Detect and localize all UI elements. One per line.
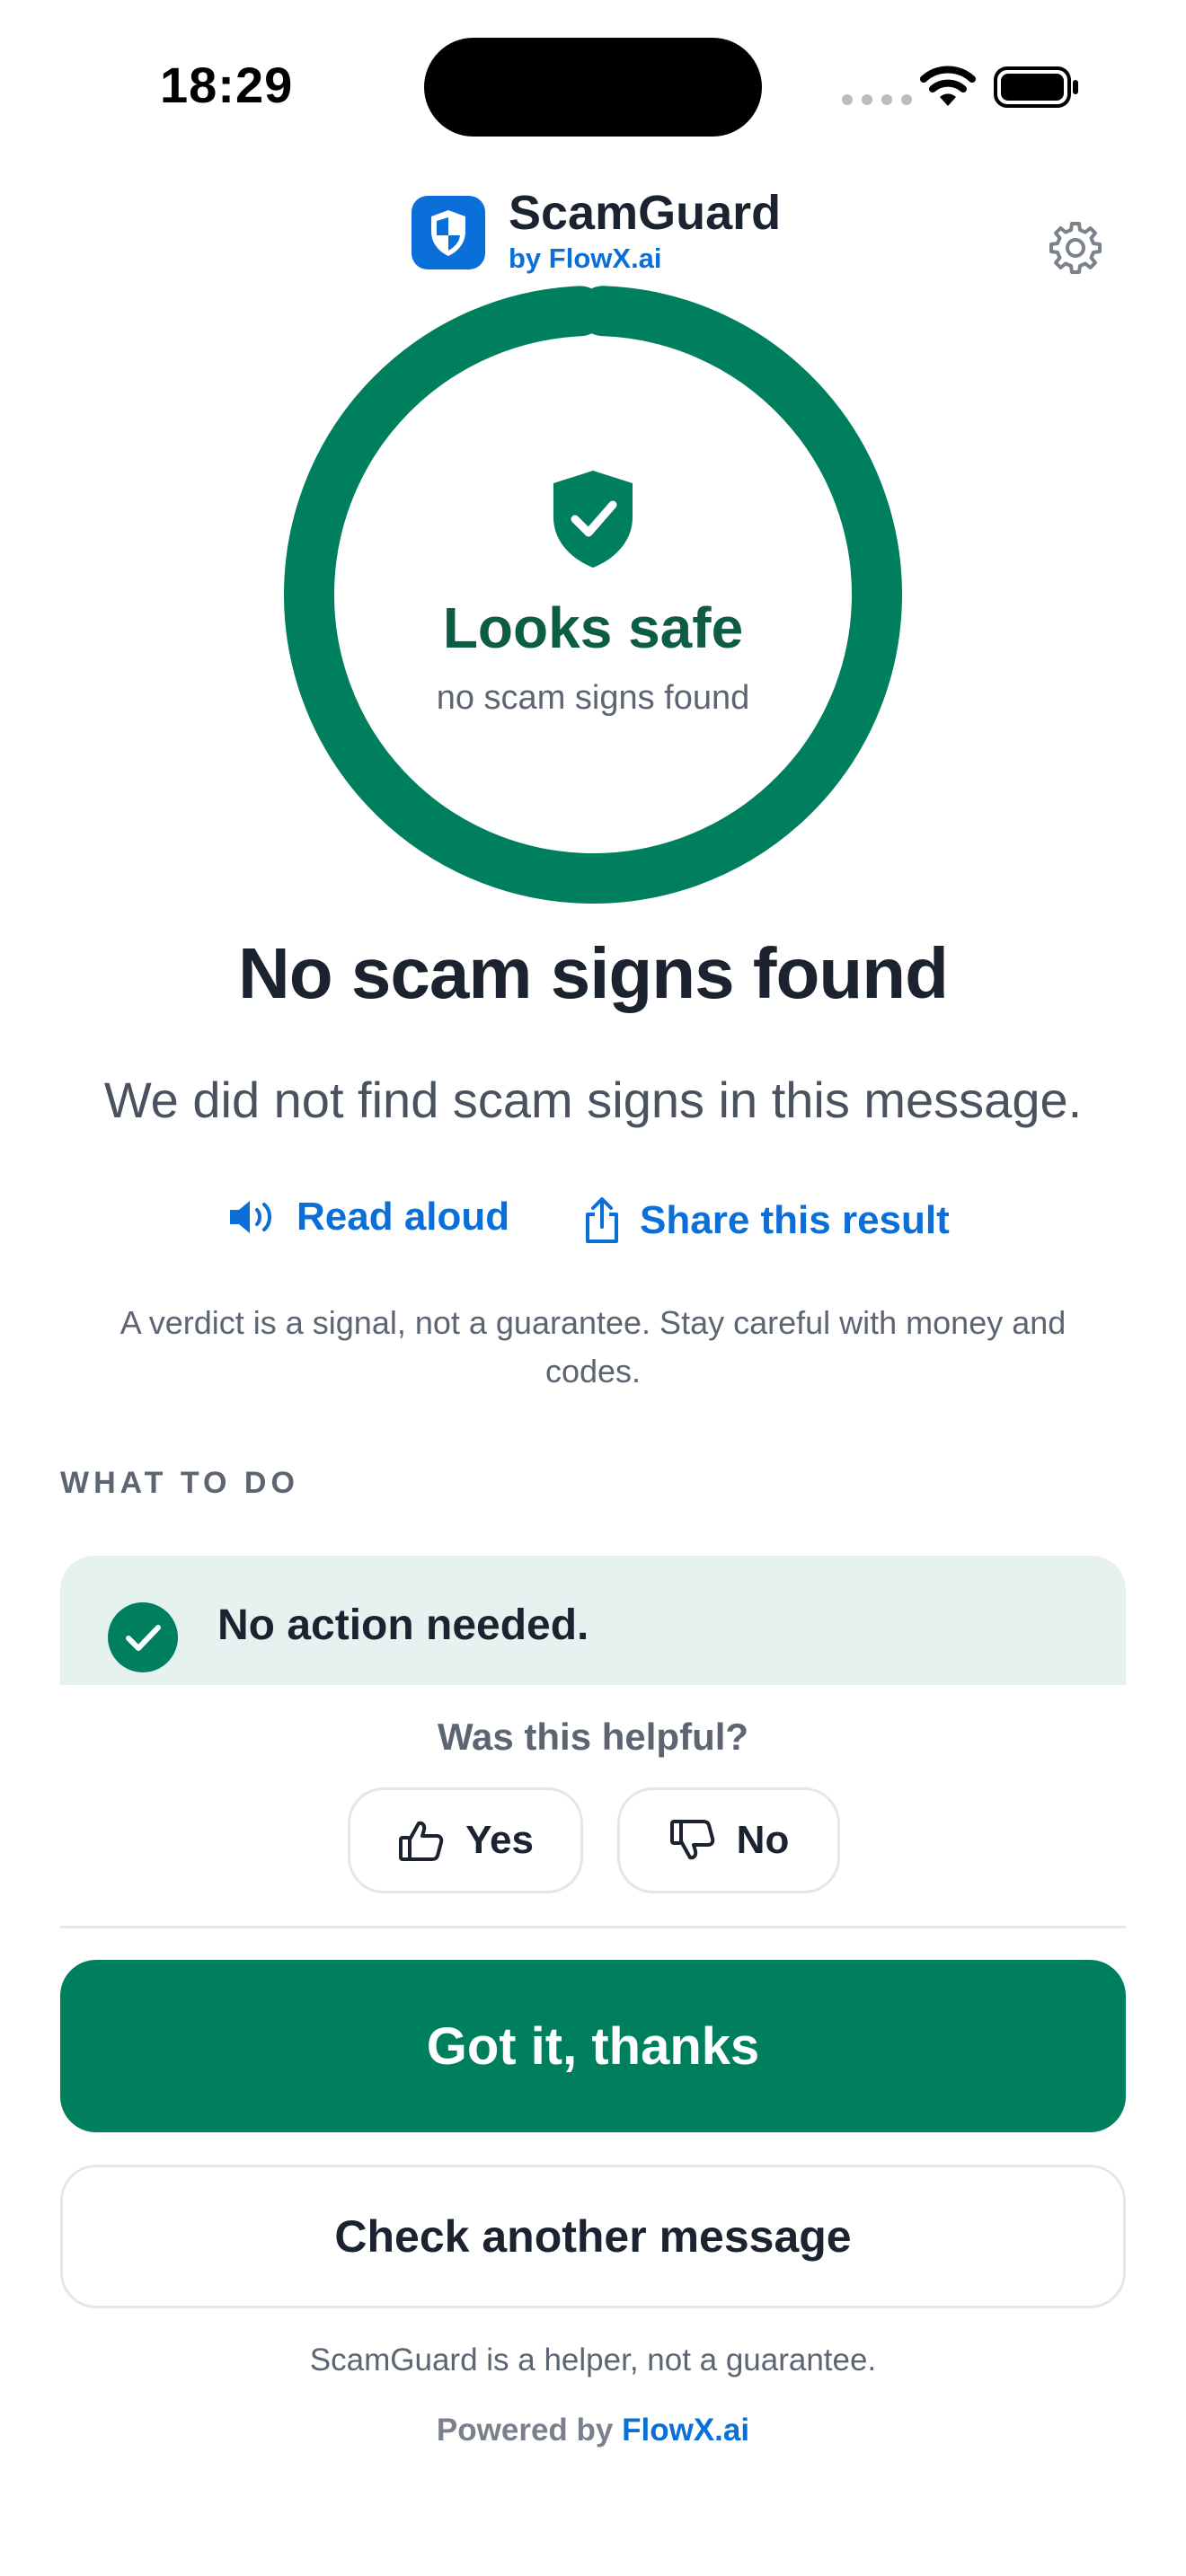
share-result-label: Share this result: [640, 1198, 950, 1242]
wifi-icon: [920, 66, 976, 106]
feedback-no-button[interactable]: No: [617, 1787, 840, 1893]
feedback-yes-button[interactable]: Yes: [348, 1787, 583, 1893]
app-by-line: by FlowX.ai: [509, 243, 662, 274]
feedback-yes-label: Yes: [465, 1818, 534, 1862]
app-logo: [412, 196, 485, 269]
got-it-button[interactable]: Got it, thanks: [60, 1960, 1126, 2132]
verdict-headline: No scam signs found: [238, 933, 949, 1013]
verdict-disclaimer: A verdict is a signal, not a guarantee. …: [119, 1304, 1067, 1389]
verdict-description: We did not find scam signs in this messa…: [103, 1072, 1083, 1128]
footer-note: ScamGuard is a helper, not a guarantee.: [309, 2342, 877, 2378]
share-result-button[interactable]: Share this result: [582, 1196, 950, 1245]
verdict-ring-title: Looks safe: [442, 595, 744, 660]
app-name: ScamGuard: [509, 186, 782, 240]
status-time: 18:29: [160, 57, 294, 113]
speaker-icon: [230, 1201, 271, 1233]
check-another-message-button[interactable]: Check another message: [60, 2165, 1126, 2308]
feedback-no-label: No: [736, 1818, 790, 1862]
cellular-signal-icon: [842, 94, 912, 105]
divider: [60, 1926, 1126, 1928]
share-icon: [586, 1197, 618, 1243]
settings-gear-icon[interactable]: [1046, 219, 1105, 278]
read-aloud-button[interactable]: Read aloud: [226, 1195, 509, 1239]
read-aloud-label: Read aloud: [296, 1195, 510, 1239]
verdict-ring-subtitle: no scam signs found: [436, 679, 750, 717]
feedback-question: Was this helpful?: [437, 1716, 749, 1758]
powered-by-brand-link[interactable]: FlowX.ai: [622, 2413, 749, 2448]
thumbs-up-icon: [399, 1821, 444, 1861]
action-item-text: No action needed.: [217, 1601, 589, 1649]
shield-logo-icon: [431, 210, 465, 256]
powered-by: Powered by FlowX.ai: [0, 2413, 1186, 2448]
what-to-do-label: WHAT TO DO: [60, 1466, 299, 1500]
shield-check-icon: [553, 471, 633, 568]
check-circle-icon: [108, 1602, 178, 1672]
thumbs-down-icon: [669, 1820, 714, 1860]
dynamic-island: [424, 38, 762, 137]
battery-icon: [994, 66, 1078, 108]
powered-by-prefix: Powered by: [436, 2413, 614, 2448]
